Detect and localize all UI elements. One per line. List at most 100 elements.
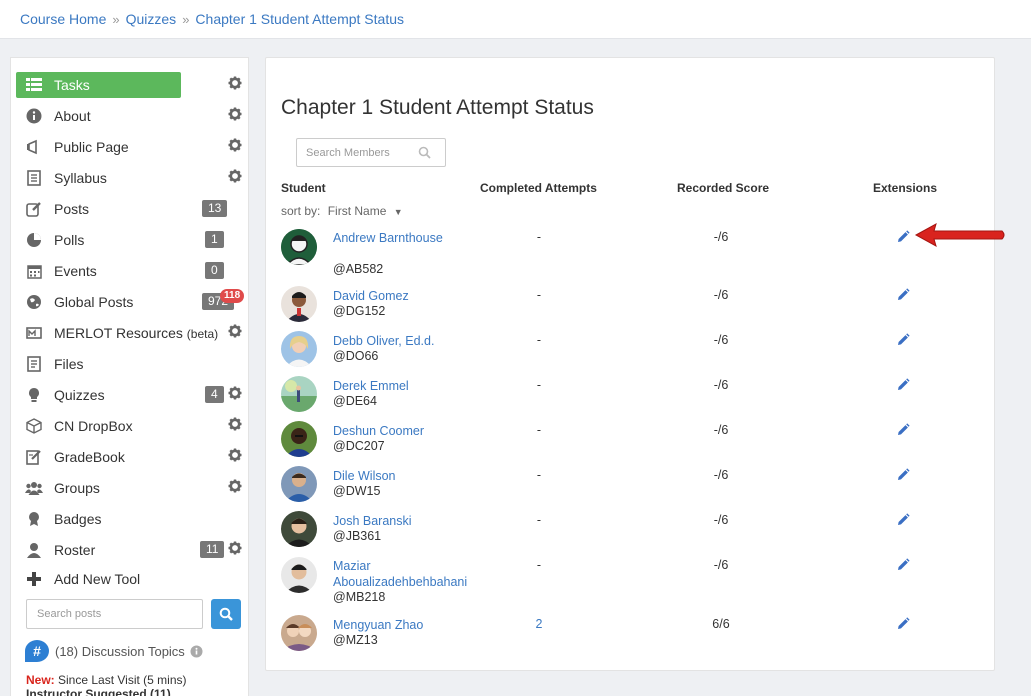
- instructor-suggested[interactable]: Instructor Suggested (11): [26, 687, 171, 696]
- plus-icon: [25, 570, 43, 588]
- pencil-icon[interactable]: [896, 617, 910, 631]
- gear-icon[interactable]: [228, 479, 242, 493]
- pencil-icon[interactable]: [896, 333, 910, 347]
- pencil-icon[interactable]: [896, 513, 910, 527]
- student-name-link[interactable]: Derek Emmel: [333, 378, 483, 394]
- gear-icon[interactable]: [228, 448, 242, 462]
- completed-attempts-value: -: [536, 468, 542, 482]
- sidebar-item-label: Files: [54, 356, 84, 372]
- avatar: [281, 511, 317, 547]
- sidebar-item-merlot-resources[interactable]: MERLOT Resources (beta): [16, 320, 240, 346]
- count-badge: 13: [202, 200, 228, 217]
- pie-chart-icon: [25, 231, 43, 249]
- sidebar-item-badges[interactable]: Badges: [16, 506, 240, 532]
- sidebar-item-label: About: [54, 108, 91, 124]
- add-new-tool-button[interactable]: Add New Tool: [16, 566, 240, 592]
- column-header-recorded-score: Recorded Score: [677, 181, 770, 195]
- gear-icon[interactable]: [228, 169, 242, 183]
- student-name-link[interactable]: Josh Baranski: [333, 513, 483, 529]
- gradebook-icon: [25, 448, 43, 466]
- student-handle: @JB361: [333, 529, 382, 543]
- gear-icon[interactable]: [228, 138, 242, 152]
- lightbulb-icon: [25, 386, 43, 404]
- column-header-completed-attempts: Completed Attempts: [480, 181, 597, 195]
- completed-attempts-value: -: [536, 333, 542, 347]
- pencil-icon[interactable]: [896, 558, 910, 572]
- recorded-score-value: -/6: [713, 288, 729, 302]
- search-members-input[interactable]: Search Members: [296, 138, 446, 167]
- student-name-link[interactable]: Debb Oliver, Ed.d.: [333, 333, 483, 349]
- avatar: [281, 286, 317, 322]
- sidebar-item-syllabus[interactable]: Syllabus: [16, 165, 240, 191]
- avatar: [281, 331, 317, 367]
- pencil-icon[interactable]: [896, 423, 910, 437]
- new-label: New:: [26, 673, 55, 687]
- sidebar-item-about[interactable]: About: [16, 103, 240, 129]
- completed-attempts-value: -: [536, 513, 542, 527]
- recorded-score-value: -/6: [713, 558, 729, 572]
- sidebar-item-public-page[interactable]: Public Page: [16, 134, 240, 160]
- sidebar-item-label: CN DropBox: [54, 418, 133, 434]
- gear-icon[interactable]: [228, 417, 242, 431]
- sidebar: Tasks About Public Page Syllabus Posts 1…: [10, 57, 249, 696]
- sidebar-item-label: Syllabus: [54, 170, 107, 186]
- student-handle: @DO66: [333, 349, 379, 363]
- sidebar-item-label: MERLOT Resources (beta): [54, 325, 219, 341]
- breadcrumb-current[interactable]: Chapter 1 Student Attempt Status: [195, 11, 404, 27]
- pencil-icon[interactable]: [896, 378, 910, 392]
- student-handle: @MZ13: [333, 633, 378, 647]
- sidebar-item-label: Polls: [54, 232, 85, 248]
- recorded-score-value: -/6: [713, 230, 729, 244]
- sidebar-item-gradebook[interactable]: GradeBook: [16, 444, 240, 470]
- new-since-text: Since Last Visit (5 mins): [58, 673, 187, 687]
- sidebar-item-label: Badges: [54, 511, 102, 527]
- student-name-link[interactable]: David Gomez: [333, 288, 483, 304]
- pencil-icon[interactable]: [896, 468, 910, 482]
- edit-icon: [25, 200, 43, 218]
- discussion-topics[interactable]: # (18) Discussion Topics: [25, 640, 203, 662]
- discussion-topics-label: (18) Discussion Topics: [55, 643, 185, 659]
- breadcrumb-quizzes[interactable]: Quizzes: [126, 11, 177, 27]
- recorded-score-value: -/6: [713, 513, 729, 527]
- gear-icon[interactable]: [228, 76, 242, 90]
- sidebar-item-tasks[interactable]: Tasks: [16, 72, 181, 98]
- student-handle: @DC207: [333, 439, 385, 453]
- new-since-last-visit[interactable]: New: Since Last Visit (5 mins): [26, 673, 187, 687]
- breadcrumb-course-home[interactable]: Course Home: [20, 11, 106, 27]
- top-bar: Course Home » Quizzes » Chapter 1 Studen…: [0, 0, 1031, 39]
- recorded-score-value: -/6: [713, 468, 729, 482]
- gear-icon[interactable]: [228, 541, 242, 555]
- pencil-icon[interactable]: [896, 230, 910, 244]
- avatar: [281, 376, 317, 412]
- student-name-link[interactable]: Maziar Aboualizadehbehbahani: [333, 558, 483, 590]
- pencil-icon[interactable]: [896, 288, 910, 302]
- avatar: [281, 615, 317, 651]
- student-name-link[interactable]: Mengyuan Zhao: [333, 617, 483, 633]
- caret-down-icon: ▼: [393, 207, 403, 217]
- sidebar-item-files[interactable]: Files: [16, 351, 240, 377]
- recorded-score-value: -/6: [713, 378, 729, 392]
- student-name-link[interactable]: Andrew Barnthouse: [333, 230, 483, 246]
- student-name-link[interactable]: Deshun Coomer: [333, 423, 483, 439]
- student-handle: @DE64: [333, 394, 377, 408]
- sidebar-item-label: GradeBook: [54, 449, 125, 465]
- search-posts-button[interactable]: [211, 599, 241, 629]
- student-name-link[interactable]: Dile Wilson: [333, 468, 483, 484]
- completed-attempts-link[interactable]: 2: [516, 617, 562, 631]
- alert-badge: 118: [220, 289, 245, 303]
- gear-icon[interactable]: [228, 386, 242, 400]
- completed-attempts-value: -: [536, 423, 542, 437]
- avatar: [281, 466, 317, 502]
- student-handle: @MB218: [333, 590, 386, 604]
- search-posts-input[interactable]: Search posts: [26, 599, 203, 629]
- sidebar-item-groups[interactable]: Groups: [16, 475, 240, 501]
- discussion-icon: #: [25, 640, 49, 662]
- gear-icon[interactable]: [228, 324, 242, 338]
- gear-icon[interactable]: [228, 107, 242, 121]
- sort-control[interactable]: sort by: First Name ▼: [281, 204, 403, 218]
- sidebar-item-cn-dropbox[interactable]: CN DropBox: [16, 413, 240, 439]
- sort-value: First Name: [327, 204, 387, 218]
- search-members-placeholder: Search Members: [306, 147, 390, 159]
- completed-attempts-value: -: [536, 378, 542, 392]
- sidebar-item-label: Global Posts: [54, 294, 134, 310]
